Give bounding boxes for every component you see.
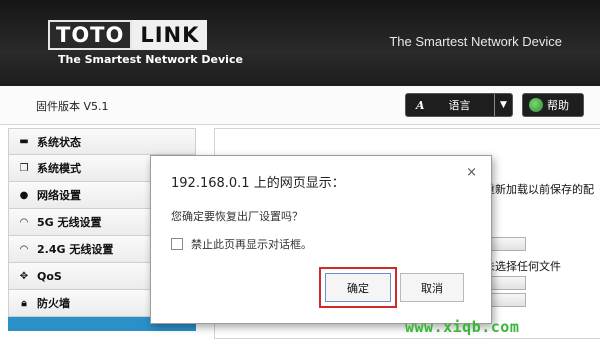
- cancel-button[interactable]: 取消: [400, 273, 464, 302]
- ok-button-highlight: 确定: [319, 267, 397, 308]
- dialog-title: 192.168.0.1 上的网页显示：: [171, 176, 345, 191]
- qos-icon: ✥: [19, 270, 29, 282]
- chevron-down-icon[interactable]: ▼: [500, 94, 507, 116]
- sidebar-item-label: 5G 无线设置: [37, 216, 102, 229]
- ok-button[interactable]: 确定: [325, 273, 391, 302]
- suppress-checkbox[interactable]: [171, 238, 183, 250]
- watermark: www.xiqb.com: [405, 318, 520, 336]
- help-label: 帮助: [547, 99, 569, 112]
- language-button[interactable]: A 语言 ▼: [405, 93, 513, 117]
- status-icon: ▬: [19, 136, 29, 147]
- sidebar-item-system-status[interactable]: ▬ 系统状态: [8, 128, 196, 155]
- sidebar-item-label: 网络设置: [37, 189, 81, 202]
- no-file-chosen-text: 未选择任何文件: [484, 260, 561, 273]
- totolink-logo: TOTO LINK: [48, 20, 208, 50]
- firmware-version: 固件版本 V5.1: [36, 100, 109, 113]
- sidebar-item-label: 系统模式: [37, 162, 81, 175]
- logo-tagline: The Smartest Network Device: [58, 53, 243, 66]
- lock-icon: 🔒︎: [21, 297, 27, 309]
- help-icon: [529, 98, 543, 112]
- logo-part2: LINK: [132, 20, 208, 50]
- language-icon: A: [416, 98, 425, 112]
- header: TOTO LINK The Smartest Network Device Th…: [0, 0, 600, 86]
- dialog-message: 您确定要恢复出厂设置吗？: [171, 210, 303, 223]
- sidebar-item-label: 系统状态: [37, 135, 81, 149]
- suppress-checkbox-label: 禁止此页再显示对话框。: [191, 238, 312, 251]
- wifi-icon: ◠: [20, 243, 28, 255]
- mode-icon: ❐: [19, 162, 29, 174]
- wifi-icon: ◠: [20, 216, 28, 228]
- logo-part1: TOTO: [48, 20, 133, 50]
- help-button[interactable]: 帮助: [522, 93, 584, 117]
- sidebar-item-label: QoS: [37, 269, 62, 283]
- sidebar-item-label: 防火墙: [37, 297, 70, 310]
- header-title: The Smartest Network Device: [389, 34, 562, 49]
- language-label: 语言: [448, 99, 471, 112]
- suppress-dialog-option[interactable]: 禁止此页再显示对话框。: [171, 236, 312, 252]
- sidebar-item-label: 2.4G 无线设置: [37, 243, 114, 256]
- close-icon[interactable]: ×: [466, 165, 477, 180]
- language-separator: [494, 94, 495, 116]
- confirm-dialog: 192.168.0.1 上的网页显示： × 您确定要恢复出厂设置吗？ 禁止此页再…: [150, 155, 492, 324]
- reload-config-text: 重新加载以前保存的配: [484, 183, 594, 196]
- top-bar: 固件版本 V5.1 A 语言 ▼ 帮助: [0, 86, 600, 125]
- globe-icon: ●: [19, 189, 29, 201]
